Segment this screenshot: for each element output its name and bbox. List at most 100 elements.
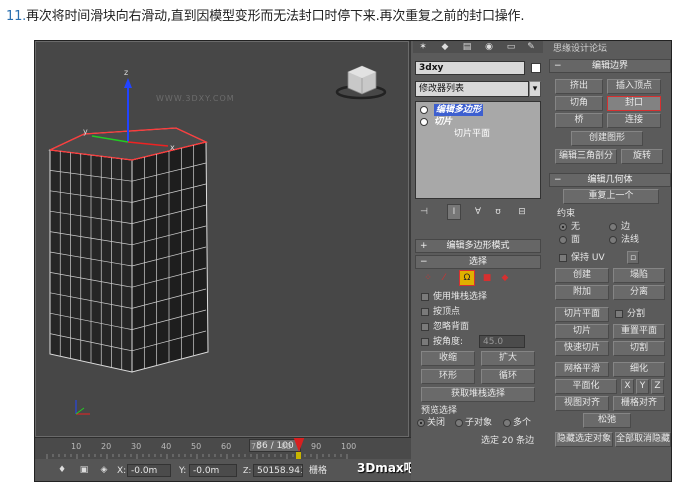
create-button[interactable]: 创建 bbox=[555, 268, 609, 283]
connect-button[interactable]: 连接 bbox=[607, 113, 661, 128]
stack-eye-icon[interactable] bbox=[420, 106, 428, 114]
get-stack-selection-button[interactable]: 获取堆栈选择 bbox=[421, 387, 535, 402]
timeline-tick-label: 80 bbox=[281, 442, 292, 451]
cut-button[interactable]: 切割 bbox=[613, 341, 665, 356]
border-mode-icon[interactable]: Ω bbox=[459, 270, 475, 286]
by-vertex-checkbox[interactable] bbox=[421, 308, 429, 316]
make-unique-icon[interactable]: ∀ bbox=[471, 205, 485, 219]
modifier-list-dropdown[interactable]: 修改器列表 bbox=[415, 81, 529, 97]
hierarchy-tab-icon[interactable]: ▤ bbox=[461, 41, 473, 54]
loop-button[interactable]: 循环 bbox=[481, 369, 535, 384]
caption: 11.再次将时间滑块向右滑动,直到因模型变形而无法封口时停下来.再次重复之前的封… bbox=[6, 5, 524, 24]
constraint-edge-radio[interactable] bbox=[609, 223, 617, 231]
viewport-scene: z y x bbox=[48, 65, 387, 415]
command-tabs[interactable]: ✶ ◆ ▤ ◉ ▭ ✎ bbox=[413, 41, 543, 53]
show-end-result-icon[interactable]: I bbox=[447, 204, 461, 220]
edge-mode-icon[interactable]: ⁄ bbox=[437, 271, 451, 285]
preserve-uv-checkbox[interactable] bbox=[559, 254, 567, 262]
planar-z-button[interactable]: Z bbox=[651, 379, 664, 394]
grow-button[interactable]: 扩大 bbox=[481, 351, 535, 366]
key-icon[interactable]: ♦ bbox=[57, 463, 67, 477]
stack-item-slice[interactable]: 切片 bbox=[434, 116, 452, 128]
display-tab-icon[interactable]: ▭ bbox=[505, 41, 517, 54]
insert-vertex-button[interactable]: 插入顶点 bbox=[607, 79, 661, 94]
unhide-all-button[interactable]: 全部取消隐藏 bbox=[615, 432, 671, 447]
bridge-button[interactable]: 桥 bbox=[555, 113, 603, 128]
reset-plane-button[interactable]: 重置平面 bbox=[613, 324, 665, 339]
constraint-normal-radio[interactable] bbox=[609, 236, 617, 244]
relax-button[interactable]: 松弛 bbox=[583, 413, 631, 428]
edit-borders-rollout[interactable]: − 编辑边界 bbox=[549, 59, 671, 73]
utilities-tab-icon[interactable]: ✎ bbox=[525, 41, 537, 54]
slice-plane-button[interactable]: 切片平面 bbox=[555, 307, 609, 322]
timeline[interactable]: 86 / 100 10 20 30 40 50 60 70 80 90 100 bbox=[35, 437, 411, 460]
constraint-edge-label: 边 bbox=[621, 222, 631, 232]
tessellate-button[interactable]: 细化 bbox=[613, 362, 665, 377]
turn-button[interactable]: 旋转 bbox=[621, 149, 663, 164]
repeat-last-button[interactable]: 重复上一个 bbox=[563, 189, 659, 204]
planar-x-button[interactable]: X bbox=[621, 379, 634, 394]
lock-icon[interactable]: ▣ bbox=[79, 463, 89, 477]
use-stack-checkbox[interactable] bbox=[421, 293, 429, 301]
create-shape-button[interactable]: 创建图形 bbox=[571, 131, 643, 146]
edit-geometry-rollout[interactable]: − 编辑几何体 bbox=[549, 173, 671, 187]
attach-button[interactable]: 附加 bbox=[555, 285, 609, 300]
preview-subobject-label: 子对象 bbox=[465, 418, 493, 428]
preview-off-radio[interactable] bbox=[417, 419, 425, 427]
x-coord-field[interactable]: -0.0m bbox=[127, 464, 171, 477]
planar-y-button[interactable]: Y bbox=[636, 379, 649, 394]
vertex-mode-icon[interactable]: ⁘ bbox=[421, 271, 435, 285]
edit-poly-mode-rollout[interactable]: + 编辑多边形模式 bbox=[415, 239, 541, 253]
view-align-button[interactable]: 视图对齐 bbox=[555, 396, 609, 411]
chamfer-button[interactable]: 切角 bbox=[555, 96, 603, 111]
modify-tab-icon[interactable]: ◆ bbox=[439, 41, 451, 54]
configure-sets-icon[interactable]: ⊟ bbox=[515, 205, 529, 219]
extrude-button[interactable]: 挤出 bbox=[555, 79, 603, 94]
ring-button[interactable]: 环形 bbox=[421, 369, 475, 384]
y-coord-field[interactable]: -0.0m bbox=[189, 464, 237, 477]
ignore-backfacing-checkbox[interactable] bbox=[421, 323, 429, 331]
preview-subobject-radio[interactable] bbox=[455, 419, 463, 427]
by-vertex-label: 按顶点 bbox=[433, 307, 461, 317]
slice-button[interactable]: 切片 bbox=[555, 324, 609, 339]
angle-spinner[interactable]: 45.0 bbox=[479, 335, 525, 348]
collapse-button[interactable]: 塌陷 bbox=[613, 268, 665, 283]
grid-align-button[interactable]: 栅格对齐 bbox=[613, 396, 665, 411]
stack-item-slice-plane[interactable]: 切片平面 bbox=[454, 128, 490, 140]
cap-button[interactable]: 封口 bbox=[607, 96, 661, 111]
create-tab-icon[interactable]: ✶ bbox=[417, 41, 429, 54]
meshsmooth-button[interactable]: 网格平滑 bbox=[555, 362, 609, 377]
timeline-tick-label: 10 bbox=[71, 442, 82, 451]
object-color-swatch[interactable] bbox=[531, 63, 541, 73]
stack-eye-icon[interactable] bbox=[420, 118, 428, 126]
modifier-stack[interactable]: 编辑多边形 切片 切片平面 bbox=[415, 101, 541, 199]
x-axis-label: x bbox=[170, 143, 175, 152]
element-mode-icon[interactable]: ◆ bbox=[499, 271, 511, 285]
shrink-button[interactable]: 收缩 bbox=[421, 351, 475, 366]
stack-tools[interactable]: ⊣ I ∀ ʊ ⊟ bbox=[415, 203, 541, 221]
object-name-field[interactable]: 3dxy bbox=[415, 61, 525, 75]
preview-multi-radio[interactable] bbox=[503, 419, 511, 427]
constraint-none-radio[interactable] bbox=[559, 223, 567, 231]
selection-rollout[interactable]: − 选择 bbox=[415, 255, 541, 269]
stack-item-edit-poly[interactable]: 编辑多边形 bbox=[434, 104, 484, 116]
preserve-uv-settings[interactable]: ▫ bbox=[627, 251, 639, 264]
remove-modifier-icon[interactable]: ʊ bbox=[491, 205, 505, 219]
constraint-face-radio[interactable] bbox=[559, 236, 567, 244]
by-angle-checkbox[interactable] bbox=[421, 338, 429, 346]
subobject-buttons[interactable]: ⁘ ⁄ Ω ■ ◆ bbox=[421, 270, 533, 287]
edit-triangulation-button[interactable]: 编辑三角剖分 bbox=[555, 149, 617, 164]
polygon-mode-icon[interactable]: ■ bbox=[481, 271, 493, 285]
constraint-normal-label: 法线 bbox=[621, 235, 640, 245]
z-coord-field[interactable]: 50158.941 bbox=[253, 464, 303, 477]
hide-selected-button[interactable]: 隐藏选定对象 bbox=[555, 432, 613, 447]
selection-lock-icon[interactable]: ◈ bbox=[99, 463, 109, 477]
pin-stack-icon[interactable]: ⊣ bbox=[417, 205, 431, 219]
quickslice-button[interactable]: 快速切片 bbox=[555, 341, 609, 356]
perspective-viewport[interactable]: WWW.3DXY.COM z y x bbox=[35, 41, 409, 437]
make-planar-button[interactable]: 平面化 bbox=[555, 379, 617, 394]
split-checkbox[interactable] bbox=[615, 310, 623, 318]
modifier-dropdown-arrow[interactable]: ▾ bbox=[529, 81, 541, 97]
motion-tab-icon[interactable]: ◉ bbox=[483, 41, 495, 54]
detach-button[interactable]: 分离 bbox=[613, 285, 665, 300]
